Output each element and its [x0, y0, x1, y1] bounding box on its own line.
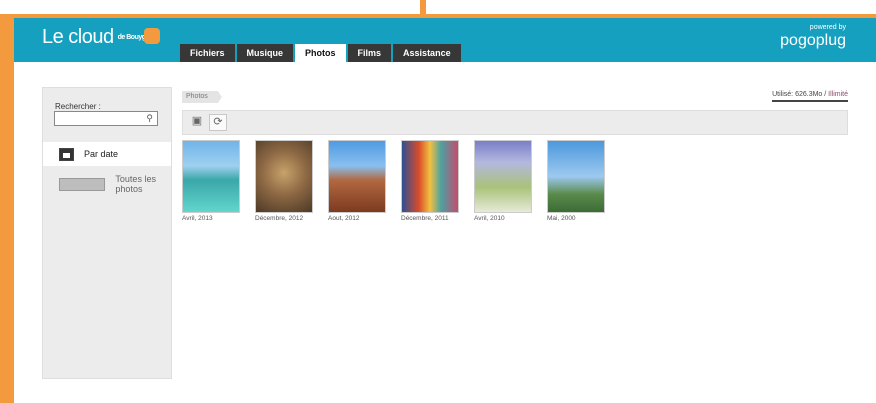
- sidebar-item-label: Toutes les photos: [115, 174, 156, 194]
- pogoplug-brand: powered by pogoplug: [780, 24, 846, 50]
- storage-usage: Utilisé: 626.3Mo / Illimité: [772, 91, 848, 102]
- refresh-icon[interactable]: ⟳: [209, 114, 227, 131]
- photo-caption: Décembre, 2011: [401, 215, 449, 222]
- photo-thumbnail[interactable]: [328, 140, 386, 213]
- main-content: Rechercher : ⚲ Par date Toutes les photo…: [14, 62, 876, 403]
- logo[interactable]: Le cloud de Bouygues: [42, 26, 157, 49]
- photo-album[interactable]: Mai, 2000: [547, 140, 605, 222]
- photo-album[interactable]: Décembre, 2012: [255, 140, 313, 222]
- tab-photos[interactable]: Photos: [295, 44, 346, 62]
- usage-limit: Illimité: [828, 91, 848, 98]
- photo-thumbnail[interactable]: [182, 140, 240, 213]
- grid-view-icon[interactable]: ▣: [188, 114, 206, 131]
- top-margin: [0, 0, 876, 14]
- search-icon[interactable]: ⚲: [146, 113, 153, 124]
- breadcrumb[interactable]: Photos: [182, 91, 222, 103]
- tab-fichiers[interactable]: Fichiers: [180, 44, 235, 62]
- photo-caption: Mai, 2000: [547, 215, 576, 222]
- bouygues-logo-icon: [144, 28, 160, 44]
- tab-musique[interactable]: Musique: [236, 44, 294, 62]
- logo-text: Le cloud: [42, 26, 114, 48]
- photo-thumbnail[interactable]: [547, 140, 605, 213]
- photo-caption: Avril, 2010: [474, 215, 505, 222]
- photo-caption: Avril, 2013: [182, 215, 213, 222]
- search-input[interactable]: ⚲: [54, 111, 158, 126]
- usage-used: Utilisé: 626.3Mo /: [772, 91, 829, 98]
- photo-album[interactable]: Aout, 2012: [328, 140, 386, 222]
- sidebar: Rechercher : ⚲ Par date Toutes les photo…: [42, 87, 172, 379]
- photo-caption: Aout, 2012: [328, 215, 360, 222]
- photo-thumbnail[interactable]: [474, 140, 532, 213]
- powered-by-text: powered by: [809, 24, 846, 31]
- app-header: Le cloud de Bouygues powered by pogoplug …: [14, 18, 876, 62]
- tab-films[interactable]: Films: [347, 44, 392, 62]
- main-tabs: Fichiers Musique Photos Films Assistance: [180, 44, 461, 62]
- photo-album[interactable]: Avril, 2010: [474, 140, 532, 222]
- photo-caption: Décembre, 2012: [255, 215, 304, 222]
- calendar-icon: [59, 147, 74, 161]
- sidebar-item-toutes-les-photos[interactable]: Toutes les photos: [43, 172, 171, 196]
- sidebar-item-par-date[interactable]: Par date: [43, 142, 171, 166]
- photo-stack-icon: [59, 177, 106, 191]
- sidebar-item-label: Par date: [84, 149, 119, 159]
- frame-left-border: [0, 14, 14, 403]
- pogoplug-logo: pogoplug: [780, 32, 846, 49]
- photo-grid: Avril, 2013 Décembre, 2012 Aout, 2012 Dé…: [182, 140, 605, 222]
- tab-assistance[interactable]: Assistance: [393, 44, 461, 62]
- photo-thumbnail[interactable]: [255, 140, 313, 213]
- search-label: Rechercher :: [55, 102, 101, 111]
- photo-album[interactable]: Décembre, 2011: [401, 140, 459, 222]
- photo-thumbnail[interactable]: [401, 140, 459, 213]
- photo-toolbar: ▣ ⟳: [182, 110, 848, 135]
- photo-album[interactable]: Avril, 2013: [182, 140, 240, 222]
